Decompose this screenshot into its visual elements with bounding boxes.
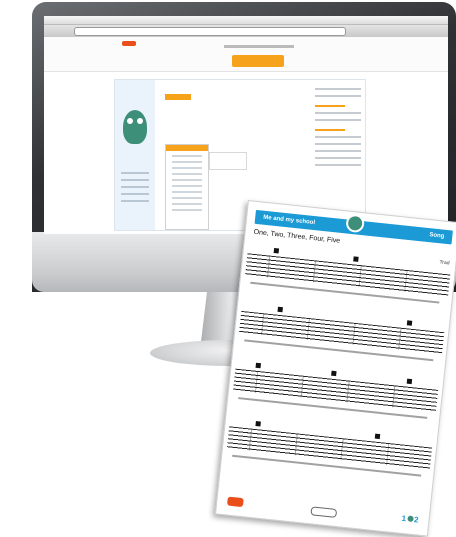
- chord-marker: [255, 421, 261, 427]
- right-column: [315, 88, 361, 171]
- music-staff: [245, 253, 451, 297]
- series-logo-icon: [310, 506, 338, 518]
- header-cta-button[interactable]: [232, 55, 284, 67]
- dropdown-header[interactable]: [166, 145, 208, 151]
- left-column: [115, 80, 155, 230]
- music-staff: [239, 310, 445, 355]
- music-staff: [226, 426, 433, 470]
- site-logo-icon[interactable]: [122, 41, 136, 46]
- website: [44, 37, 448, 234]
- chord-marker: [255, 362, 262, 369]
- sheet-topic: Me and my school: [262, 214, 316, 227]
- submenu-panel[interactable]: [209, 152, 247, 170]
- header-tagline: [224, 45, 294, 48]
- chord-marker: [406, 320, 413, 326]
- mac-menu-bar: [44, 16, 448, 25]
- page-dot-icon: [406, 515, 414, 522]
- dropdown-menu[interactable]: [165, 144, 209, 230]
- chord-marker: [374, 433, 381, 440]
- song-credit: Trad: [439, 259, 450, 267]
- robot-mascot-icon: [123, 110, 147, 144]
- chord-marker: [406, 378, 413, 385]
- address-bar[interactable]: [74, 27, 346, 36]
- publisher-logo-icon: [226, 496, 244, 508]
- page-number-second: 2: [413, 515, 419, 525]
- page-numbers: 12: [401, 514, 419, 525]
- site-header: [44, 37, 448, 72]
- screen: [44, 16, 448, 234]
- chord-marker: [273, 247, 280, 254]
- chord-marker: [353, 256, 359, 262]
- category-list[interactable]: [121, 172, 149, 207]
- chord-marker: [331, 370, 337, 377]
- song-sheet: Me and my school Song One, Two, Three, F…: [214, 200, 456, 537]
- orange-tab[interactable]: [165, 94, 191, 100]
- chord-marker: [277, 306, 283, 313]
- sheet-type: Song: [429, 232, 445, 240]
